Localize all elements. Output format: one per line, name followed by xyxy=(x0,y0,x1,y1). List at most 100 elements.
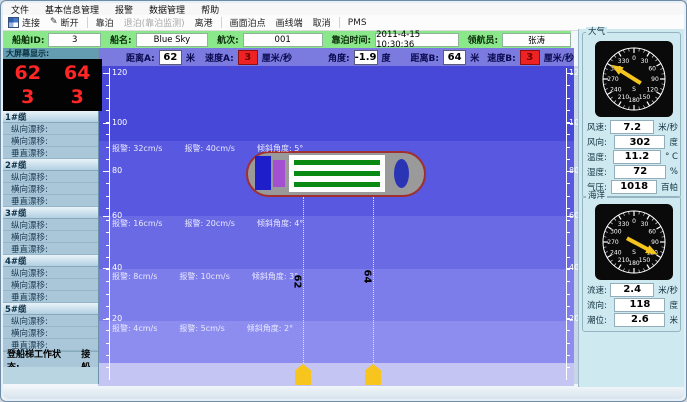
ship-diagram xyxy=(246,151,426,197)
axis-minor-tick xyxy=(106,147,109,148)
wind-direction-value: 302 xyxy=(614,135,665,149)
tide-level-row: 潮位:2.6米 xyxy=(585,312,678,327)
berth-time-label: 靠泊时间: xyxy=(332,33,372,46)
axis-minor-tick xyxy=(106,330,109,331)
draw-line-end-button[interactable]: 画线端 xyxy=(271,16,308,29)
sensor-distance-label: 64 xyxy=(361,270,372,284)
draw-berth-point-button[interactable]: 画面泊点 xyxy=(225,16,271,29)
svg-text:30: 30 xyxy=(641,58,649,65)
toolbar-button-label: 靠泊 xyxy=(96,16,114,29)
hatch-stripe xyxy=(294,160,380,165)
sidebar: 大屏幕显示: 626433 1#缆纵向漂移:横向漂移:垂直漂移:2#缆纵向漂移:… xyxy=(3,48,99,384)
ocean-title: 海洋 xyxy=(586,191,607,201)
axis-major-tick xyxy=(103,73,109,74)
humidity-unit: % xyxy=(670,167,678,177)
svg-text:60: 60 xyxy=(648,229,656,236)
drift-row-label: 纵向漂移: xyxy=(3,267,98,279)
axis-minor-tick xyxy=(567,147,570,148)
humidity-label: 湿度: xyxy=(585,166,614,178)
weather-group: 大气 0306090120150180210240270300330S 风速:7… xyxy=(582,32,681,198)
temperature-label: 温度: xyxy=(585,151,613,163)
menu-item-5[interactable]: 帮助 xyxy=(193,3,227,16)
ship-name-label: 船名: xyxy=(110,33,132,46)
svg-text:0: 0 xyxy=(632,55,636,62)
axis-minor-tick xyxy=(106,232,109,233)
app-window: 文件基本信息管理报警数据管理帮助 连接✎断开靠泊退泊(靠泊监测)离港画面泊点画线… xyxy=(0,0,687,402)
big-display-value: 3 xyxy=(21,88,34,107)
hatch-stripe xyxy=(294,182,380,187)
axis-minor-tick xyxy=(106,367,109,368)
menu-item-1[interactable]: 文件 xyxy=(3,3,37,16)
drift-row-label: 纵向漂移: xyxy=(3,171,98,183)
axis-minor-tick xyxy=(567,232,570,233)
drift-row-label: 垂直漂移: xyxy=(3,243,98,255)
axis-major-tick xyxy=(103,319,109,320)
cancel-button[interactable]: 取消 xyxy=(308,16,336,29)
wind-speed-label: 风速: xyxy=(585,121,610,133)
drift-row-label: 纵向漂移: xyxy=(3,123,98,135)
svg-text:S: S xyxy=(632,86,636,93)
sensor-line xyxy=(373,197,374,363)
distance-a-unit: 米 xyxy=(186,51,195,64)
axis-minor-tick xyxy=(106,183,109,184)
axis-minor-tick xyxy=(567,281,570,282)
axis-minor-tick xyxy=(567,85,570,86)
axis-minor-tick xyxy=(106,306,109,307)
wind-speed-row: 风速:7.2米/秒 xyxy=(585,120,678,135)
current-speed-unit: 米/秒 xyxy=(658,284,678,296)
disconnect-button[interactable]: ✎断开 xyxy=(45,16,84,29)
big-display-title: 大屏幕显示: xyxy=(3,48,98,59)
berth-time-field[interactable]: 2011-4-15 10:30:36 xyxy=(375,33,458,47)
distance-a-label: 距离A: xyxy=(126,51,155,64)
depart-button[interactable]: 离港 xyxy=(190,16,218,29)
wind-direction-label: 风向: xyxy=(585,136,614,148)
ocean-group: 海洋 0306090120150180210240270300330S 流速:2… xyxy=(582,196,681,332)
tilt-angle-label: 倾斜角度: 2° xyxy=(247,323,293,334)
toolbar-button-label: 画线端 xyxy=(276,16,303,29)
drift-row-label: 纵向漂移: xyxy=(3,315,98,327)
voyage-no-field[interactable]: 001 xyxy=(243,33,323,47)
svg-text:270: 270 xyxy=(607,76,619,83)
sensor-section-title: 4#缆 xyxy=(3,255,98,267)
speed-a-label: 速度A: xyxy=(205,51,234,64)
pilot-field[interactable]: 张涛 xyxy=(502,33,571,47)
temperature-row: 温度:11.2° C xyxy=(585,150,678,165)
angle-value: -1.9 xyxy=(354,50,378,65)
axis-minor-tick xyxy=(106,196,109,197)
tide-level-unit: 米 xyxy=(669,314,678,326)
toolbar-separator xyxy=(87,17,88,28)
berth-button[interactable]: 靠泊 xyxy=(91,16,119,29)
menu-item-4[interactable]: 数据管理 xyxy=(141,3,193,16)
big-display-value: 3 xyxy=(71,88,84,107)
alarm-speed-a-label: 报警: 8cm/s xyxy=(112,271,157,282)
axis-major-tick xyxy=(103,123,109,124)
pms-button[interactable]: PMS xyxy=(343,18,372,28)
menu-item-2[interactable]: 基本信息管理 xyxy=(37,3,107,16)
speed-b-value: 3 xyxy=(520,50,540,65)
axis-minor-tick xyxy=(106,85,109,86)
ship-name-field[interactable]: Blue Sky xyxy=(136,33,209,47)
big-screen-display: 626433 xyxy=(3,59,102,111)
sidebar-filler xyxy=(3,367,98,384)
sensor-line xyxy=(303,197,304,363)
alarm-zone-text-4: 报警: 4cm/s报警: 5cm/s倾斜角度: 2° xyxy=(112,323,293,334)
alarm-speed-a-label: 报警: 16cm/s xyxy=(112,218,162,229)
bow-block xyxy=(255,156,271,190)
tilt-angle-label: 倾斜角度: 4° xyxy=(257,218,303,229)
sensor-section-5: 5#缆纵向漂移:横向漂移:垂直漂移: xyxy=(3,303,98,351)
toolbar-button-label: 取消 xyxy=(313,16,331,29)
axis-minor-tick xyxy=(106,159,109,160)
ship-id-field[interactable]: 3 xyxy=(48,33,101,47)
axis-major-tick xyxy=(103,268,109,269)
angle-unit: 度 xyxy=(382,51,391,64)
toolbar-separator xyxy=(221,17,222,28)
alarm-speed-a-label: 报警: 32cm/s xyxy=(112,143,162,154)
connect-grid-icon xyxy=(8,17,19,28)
drift-row-label: 垂直漂移: xyxy=(3,147,98,159)
svg-text:S: S xyxy=(632,249,636,256)
svg-text:60: 60 xyxy=(648,66,656,73)
axis-major-tick xyxy=(103,171,109,172)
axis-minor-tick xyxy=(567,294,570,295)
menu-item-3[interactable]: 报警 xyxy=(107,3,141,16)
connect-button[interactable]: 连接 xyxy=(3,16,45,29)
